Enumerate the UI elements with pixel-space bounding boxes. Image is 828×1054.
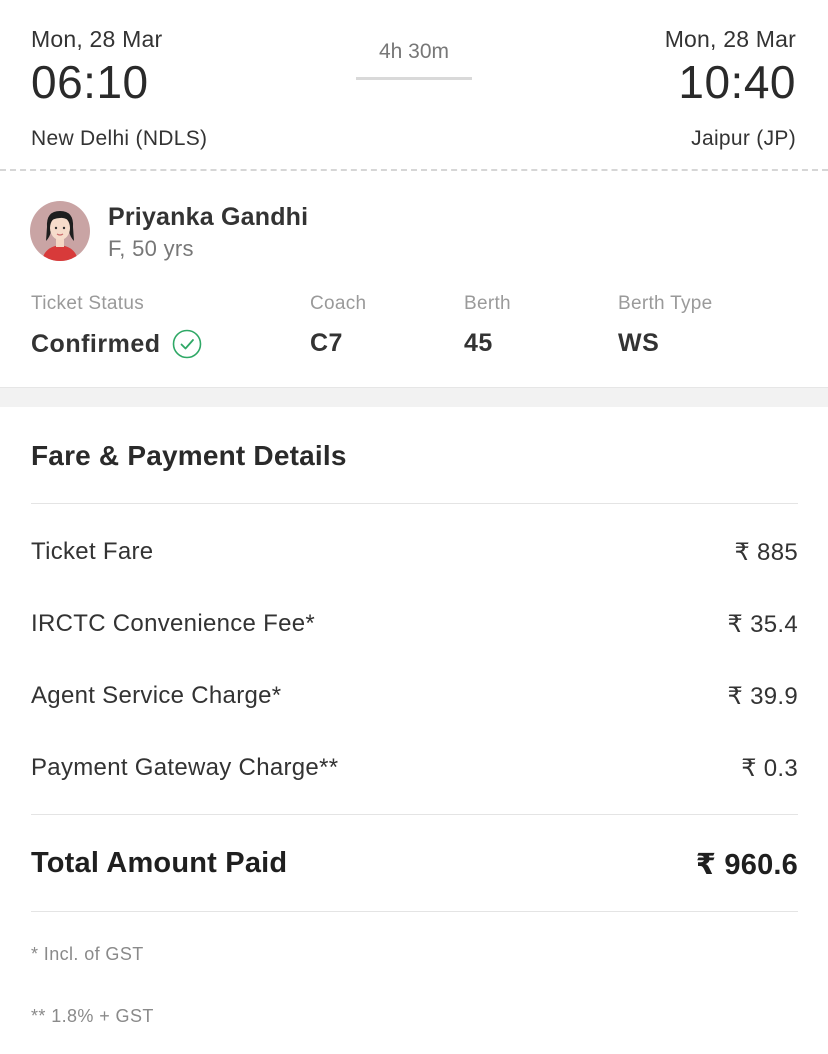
fare-section-title: Fare & Payment Details [31, 440, 347, 471]
total-amount: ₹ 960.6 [695, 849, 798, 881]
fare-row-amount: ₹ 0.3 [741, 755, 798, 782]
coach-column: Coach C7 [310, 293, 366, 358]
fare-divider-top [31, 503, 798, 504]
departure-station: New Delhi (NDLS) [31, 127, 208, 150]
passenger-card: Priyanka Gandhi F, 50 yrs Ticket Status … [0, 172, 828, 388]
journey-duration: 4h 30m [378, 40, 450, 63]
fare-row: IRCTC Convenience Fee* ₹ 35.4 [31, 610, 798, 639]
check-circle-icon [172, 329, 202, 359]
fare-row-label: Payment Gateway Charge** [31, 754, 339, 781]
berth-label: Berth [464, 293, 511, 314]
ticket-status-value-row: Confirmed [31, 329, 202, 359]
departure-date: Mon, 28 Mar [31, 26, 163, 52]
arrival-station: Jaipur (JP) [691, 127, 796, 150]
gateway-note: ** 1.8% + GST [31, 1006, 154, 1026]
ticket-status-value: Confirmed [31, 329, 161, 358]
journey-summary: Mon, 28 Mar 06:10 New Delhi (NDLS) 4h 30… [0, 0, 828, 172]
berth-type-value: WS [618, 329, 660, 357]
fare-row-label: IRCTC Convenience Fee* [31, 610, 316, 637]
fare-row-label: Ticket Fare [31, 538, 154, 565]
woman-avatar-icon [30, 201, 90, 261]
dashed-divider [0, 169, 828, 171]
gst-note: * Incl. of GST [31, 944, 144, 964]
fare-row: Ticket Fare ₹ 885 [31, 538, 798, 567]
passenger-meta: F, 50 yrs [108, 236, 194, 261]
ticket-status-label: Ticket Status [31, 293, 145, 314]
coach-label: Coach [310, 293, 367, 314]
fare-row-label: Agent Service Charge* [31, 682, 282, 709]
fare-row-amount: ₹ 39.9 [727, 683, 798, 710]
arrival-date: Mon, 28 Mar [664, 26, 796, 52]
departure-block: Mon, 28 Mar 06:10 New Delhi (NDLS) [31, 26, 207, 151]
total-row: Total Amount Paid ₹ 960.6 [31, 847, 798, 882]
fare-divider-bottom [31, 911, 798, 912]
duration-line [356, 77, 472, 80]
coach-value: C7 [310, 329, 343, 357]
fare-row: Payment Gateway Charge** ₹ 0.3 [31, 754, 798, 783]
berth-type-label: Berth Type [618, 293, 713, 314]
berth-type-column: Berth Type WS [618, 293, 713, 358]
section-separator [0, 387, 828, 407]
fare-row-amount: ₹ 35.4 [727, 611, 798, 638]
arrival-block: Mon, 28 Mar 10:40 Jaipur (JP) [665, 26, 796, 151]
berth-column: Berth 45 [464, 293, 511, 358]
passenger-name: Priyanka Gandhi [108, 203, 309, 231]
fare-divider-middle [31, 814, 798, 815]
fare-row-amount: ₹ 885 [734, 539, 798, 566]
total-label: Total Amount Paid [31, 847, 288, 879]
berth-value: 45 [464, 329, 493, 357]
arrival-time: 10:40 [678, 56, 796, 108]
ticket-status-column: Ticket Status Confirmed [31, 293, 202, 359]
fare-row: Agent Service Charge* ₹ 39.9 [31, 682, 798, 711]
departure-time: 06:10 [31, 56, 149, 108]
